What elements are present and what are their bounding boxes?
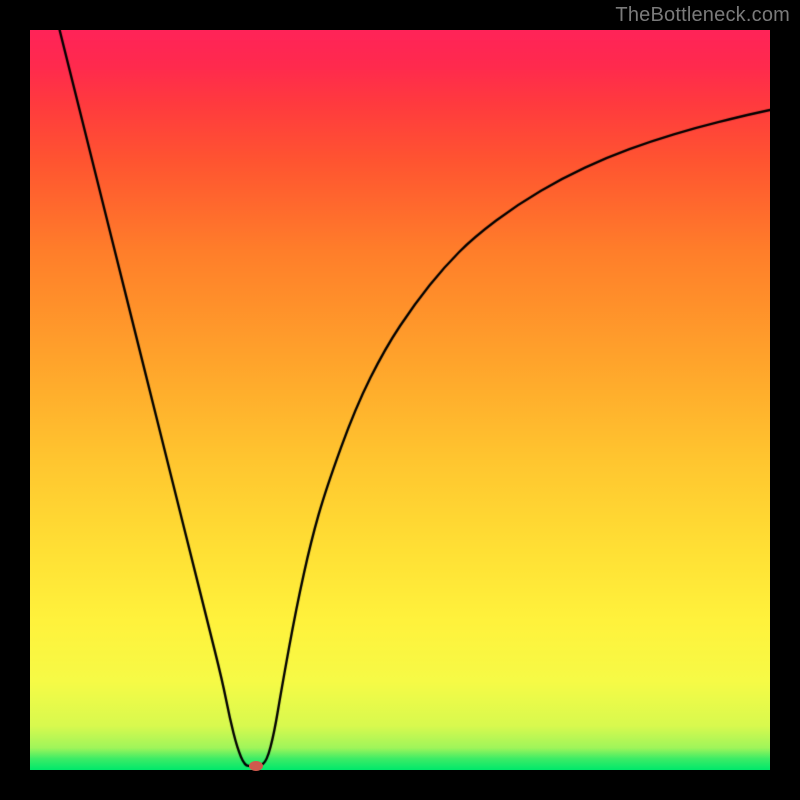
curve-canvas (30, 30, 770, 770)
plot-area (30, 30, 770, 770)
chart-frame: TheBottleneck.com (0, 0, 800, 800)
watermark-text: TheBottleneck.com (615, 4, 790, 27)
minimum-marker (249, 761, 263, 771)
